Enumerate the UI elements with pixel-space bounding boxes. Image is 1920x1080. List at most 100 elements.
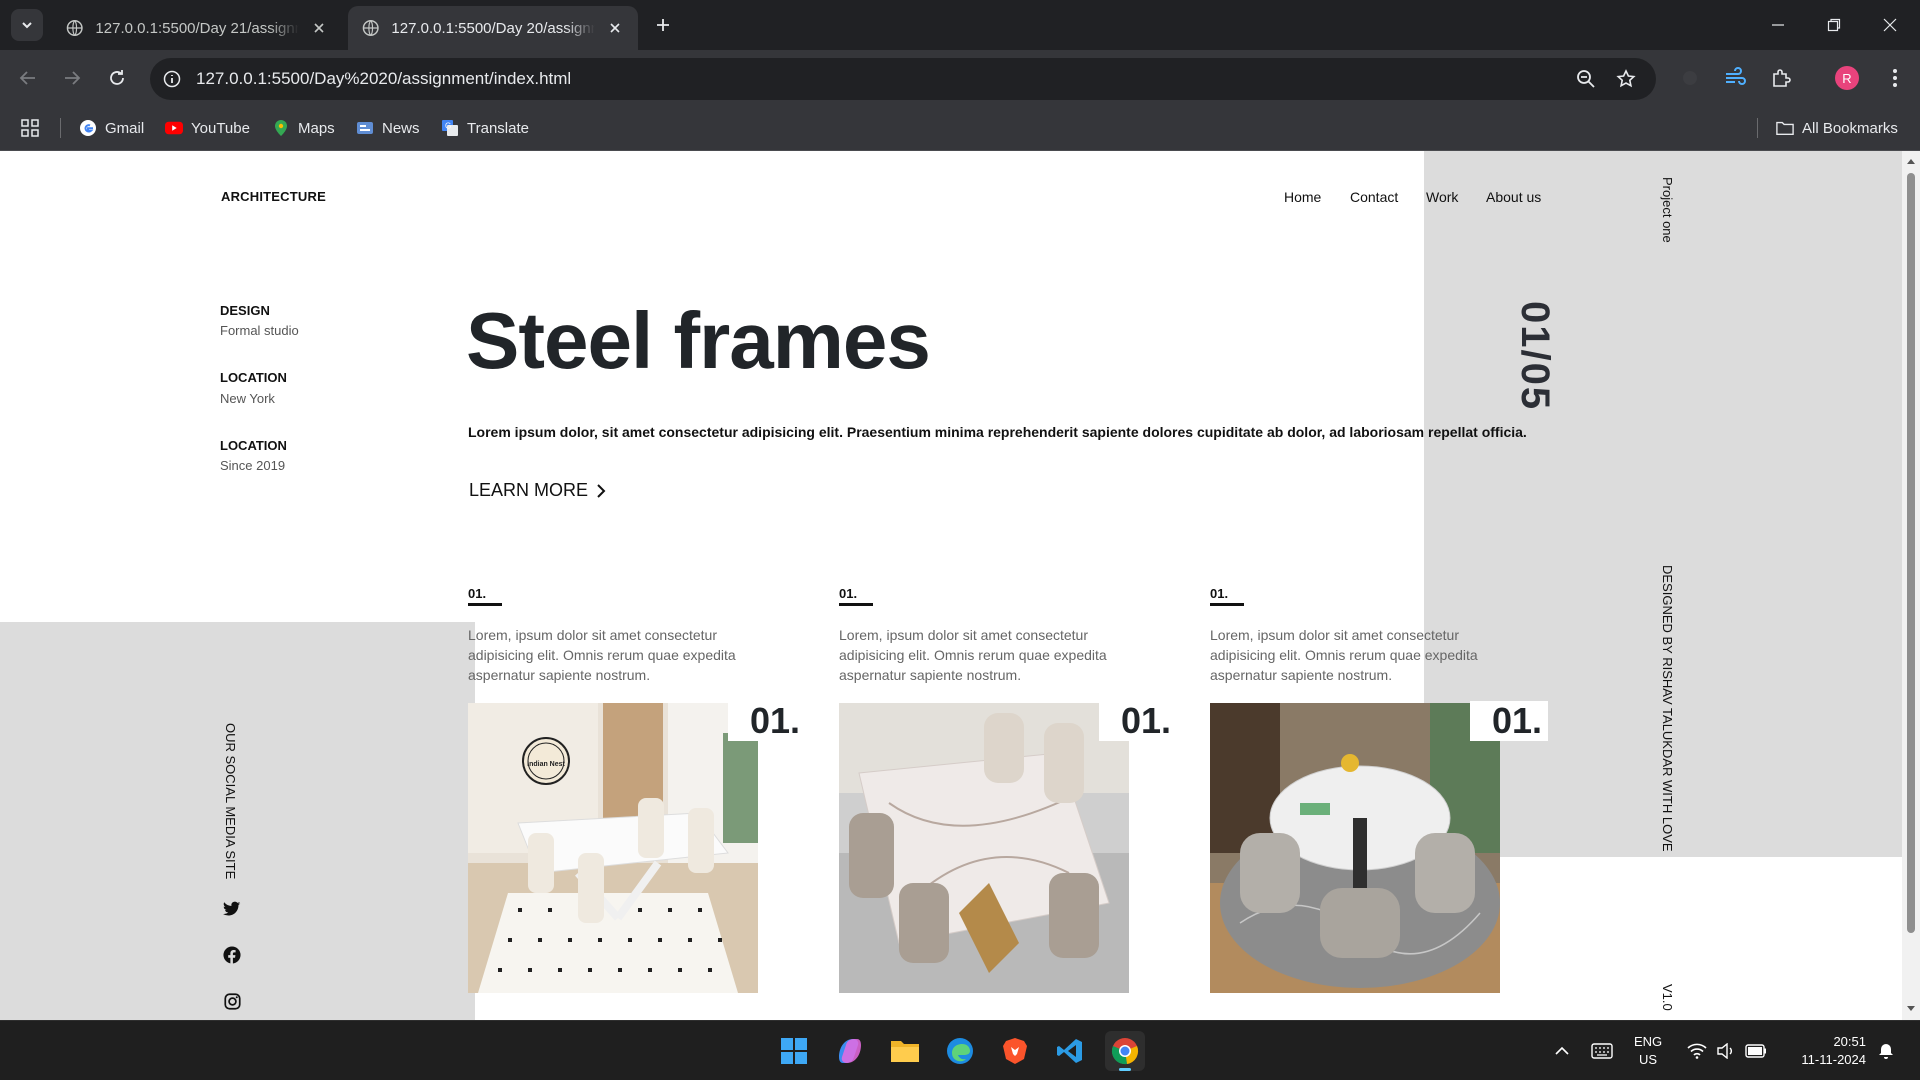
nav-home[interactable]: Home — [1284, 189, 1321, 205]
card-number: 01. — [839, 586, 858, 601]
learn-more-link[interactable]: LEARN MORE — [469, 480, 608, 501]
language-code: ENG — [1634, 1034, 1663, 1049]
extensions-puzzle-icon[interactable] — [1766, 63, 1796, 93]
folder-icon — [1776, 119, 1794, 137]
reload-button[interactable] — [102, 63, 132, 93]
volume-icon[interactable] — [1714, 1039, 1738, 1063]
all-bookmarks-button[interactable]: All Bookmarks — [1776, 116, 1898, 140]
tab-day21[interactable]: 127.0.0.1:5500/Day 21/assignment/index.h… — [52, 6, 342, 50]
bookmark-maps[interactable]: Maps — [272, 116, 335, 140]
site-info-icon[interactable] — [160, 67, 184, 91]
zoom-icon[interactable] — [1574, 67, 1598, 91]
close-window-button[interactable] — [1862, 0, 1918, 50]
apps-grid-button[interactable] — [20, 116, 40, 140]
hero-title: Steel frames — [466, 296, 931, 385]
reload-icon — [110, 70, 124, 85]
card-text: Lorem, ipsum dolor sit amet consectetur … — [1210, 627, 1478, 683]
minimize-button[interactable] — [1750, 0, 1806, 50]
bookmark-label: News — [382, 119, 420, 137]
facebook-icon[interactable] — [222, 945, 242, 965]
close-tab-icon[interactable] — [607, 19, 624, 37]
designer-credit: DESIGNED BY RISHAV TALUKDAR WITH LOVE — [1660, 565, 1675, 852]
card-image-dining-marble — [839, 703, 1129, 993]
web-page: ARCHITECTURE Home Contact Work About us … — [0, 151, 1902, 1020]
bookmark-label: Gmail — [105, 119, 145, 137]
chevron-right-icon — [597, 483, 606, 498]
wifi-icon[interactable] — [1685, 1039, 1709, 1063]
start-icon[interactable] — [774, 1031, 814, 1071]
translate-icon: G — [441, 119, 459, 137]
youtube-icon — [165, 119, 183, 137]
tab-day20[interactable]: 127.0.0.1:5500/Day 20/assignment/index.h… — [348, 6, 638, 50]
url-text[interactable]: 127.0.0.1:5500/Day%2020/assignment/index… — [196, 69, 571, 89]
nav-work[interactable]: Work — [1426, 189, 1458, 205]
back-button[interactable] — [13, 63, 43, 93]
new-tab-button[interactable] — [650, 12, 676, 38]
edge-icon[interactable] — [940, 1031, 980, 1071]
bookmark-youtube[interactable]: YouTube — [165, 116, 250, 140]
bookmarks-bar: Gmail YouTube Maps News G Translate All … — [0, 106, 1920, 151]
system-clock[interactable]: 20:51 11-11-2024 — [1786, 1033, 1866, 1069]
social-media-label: OUR SOCIAL MEDIA SITE — [223, 723, 238, 880]
news-icon — [356, 119, 374, 137]
tab-search-button[interactable] — [11, 9, 43, 41]
version-label: V1.0 — [1660, 984, 1675, 1011]
learn-more-label: LEARN MORE — [469, 480, 589, 500]
bookmark-separator — [60, 118, 61, 138]
bookmark-translate[interactable]: G Translate — [441, 116, 529, 140]
card-image-dining-round — [1210, 703, 1500, 993]
address-bar[interactable]: 127.0.0.1:5500/Day%2020/assignment/index… — [150, 58, 1656, 100]
chrome-icon[interactable] — [1105, 1031, 1145, 1071]
meta-label-since: LOCATION — [220, 438, 287, 453]
bookmark-gmail[interactable]: Gmail — [79, 116, 144, 140]
card-underline — [1210, 603, 1244, 606]
scroll-up-arrow-icon[interactable] — [1906, 157, 1916, 165]
brand-logo[interactable]: ARCHITECTURE — [221, 189, 326, 204]
close-tab-icon[interactable] — [311, 19, 328, 37]
all-bookmarks-label: All Bookmarks — [1802, 119, 1898, 137]
bookmark-news[interactable]: News — [356, 116, 420, 140]
page-scrollbar[interactable] — [1902, 151, 1920, 1020]
brave-icon[interactable] — [995, 1031, 1035, 1071]
menu-kebab-icon[interactable] — [1880, 63, 1910, 93]
notification-bell-icon[interactable] — [1874, 1039, 1898, 1063]
project-label: Project one — [1660, 177, 1675, 243]
card-underline — [839, 603, 873, 606]
bookmark-star-icon[interactable] — [1614, 67, 1638, 91]
close-icon — [1883, 18, 1897, 32]
restore-button[interactable] — [1806, 0, 1862, 50]
bookmark-label: Maps — [298, 119, 335, 137]
tab-bar: 127.0.0.1:5500/Day 21/assignment/index.h… — [0, 0, 1920, 50]
battery-icon[interactable] — [1744, 1039, 1768, 1063]
instagram-icon[interactable] — [222, 991, 242, 1011]
arrow-left-icon — [19, 71, 35, 85]
active-app-indicator — [1119, 1068, 1131, 1071]
twitter-icon[interactable] — [222, 899, 242, 919]
globe-icon — [362, 20, 379, 36]
chevron-up-icon[interactable] — [1550, 1039, 1574, 1063]
wind-extension-icon[interactable] — [1720, 63, 1750, 93]
scroll-down-arrow-icon[interactable] — [1906, 1005, 1916, 1013]
nav-contact[interactable]: Contact — [1350, 189, 1398, 205]
extension-icon[interactable] — [1675, 63, 1705, 93]
meta-value-location: New York — [220, 391, 275, 406]
profile-avatar[interactable]: R — [1835, 66, 1859, 90]
card-badge: 01. — [728, 701, 806, 741]
tab-title: 127.0.0.1:5500/Day 20/assignment/index.h… — [391, 19, 594, 37]
language-indicator[interactable]: ENG US — [1634, 1033, 1662, 1069]
restore-icon — [1827, 18, 1841, 32]
globe-icon — [66, 20, 83, 36]
card-number: 01. — [1210, 586, 1229, 601]
forward-button[interactable] — [57, 63, 87, 93]
copilot-icon[interactable] — [830, 1031, 870, 1071]
hero-description: Lorem ipsum dolor, sit amet consectetur … — [468, 424, 1527, 440]
scrollbar-thumb[interactable] — [1907, 173, 1915, 933]
card-badge: 01. — [1099, 701, 1177, 741]
file-explorer-icon[interactable] — [885, 1031, 925, 1071]
nav-about[interactable]: About us — [1486, 189, 1541, 205]
meta-label-location: LOCATION — [220, 370, 287, 385]
card-underline — [468, 603, 502, 606]
keyboard-icon[interactable] — [1590, 1039, 1614, 1063]
meta-value-design: Formal studio — [220, 323, 299, 338]
vscode-icon[interactable] — [1050, 1031, 1090, 1071]
